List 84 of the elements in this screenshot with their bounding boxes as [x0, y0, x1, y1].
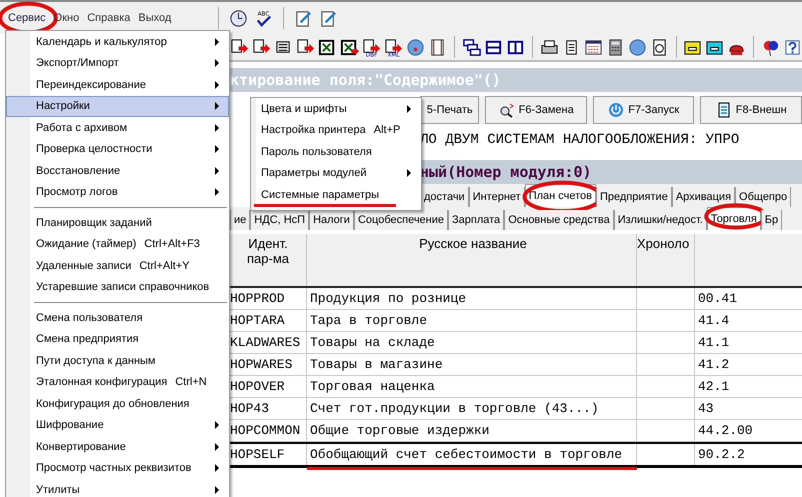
menu-item[interactable]: Ожидание (таймер) Ctrl+Alt+F3 [6, 234, 229, 255]
table-cell-text: 44.2.00 [697, 422, 754, 440]
table-cell-text: 00.41 [697, 290, 738, 308]
tab[interactable]: Архивация [672, 187, 736, 207]
menu-item[interactable]: Пароль пользователя [251, 141, 421, 162]
spreadsheet-icon[interactable] [318, 38, 337, 56]
tab[interactable]: Интернет [468, 187, 525, 207]
table-cell-text: 90.2.2 [697, 446, 746, 464]
table-row[interactable]: HOPTARA Тара в торговле 41.4 [230, 310, 802, 332]
table-cell: Счет гот.продукции в торговле (43...) [307, 398, 637, 419]
notepad-icon [716, 102, 732, 118]
function-button[interactable]: F7-Запуск [592, 96, 694, 124]
editor-title: ктирование поля:"Содержимое"() [230, 68, 802, 92]
tab[interactable]: Зарплата [448, 210, 504, 230]
table-row[interactable]: HOPSELF Обобщающий счет себестоимости в торговле 90.2.2 [230, 442, 802, 468]
tab[interactable]: Общепро [735, 187, 792, 207]
table-cell-text: 43 [697, 400, 715, 418]
menu-item[interactable]: Экспорт/Импорт [6, 52, 229, 74]
menu-bar-item[interactable]: Выход [138, 10, 172, 26]
menu-item[interactable]: Просмотр логов [6, 182, 229, 203]
tab[interactable]: Излишки/недост. [614, 210, 707, 230]
table-cell: Товары на складе [307, 332, 637, 353]
table-cell: Торговая наценка [307, 376, 637, 397]
table-row[interactable]: HOPOVER Торговая наценка 42.1 [230, 376, 802, 398]
menu-item[interactable]: Удаленные записи Ctrl+Alt+Y [6, 255, 229, 276]
table-row[interactable]: HOP43 Счет гот.продукции в торговле (43...) 43 [230, 398, 802, 420]
menu-item[interactable]: Просмотр частных реквизитов [6, 458, 229, 479]
table-row[interactable]: HOPPROD Продукция по рознице 00.41 [230, 288, 802, 310]
tab[interactable]: ие [230, 210, 250, 230]
magnifier-arrows-icon [498, 102, 515, 118]
menu-item[interactable]: Календарь и калькулятор [6, 31, 229, 52]
menu-item[interactable]: Пути доступа к данным [6, 350, 229, 372]
table-row[interactable]: KLADWARES Товары на складе 41.1 [230, 332, 802, 354]
table-cell-text: 42.1 [697, 378, 730, 396]
power-icon [608, 102, 624, 118]
function-button[interactable]: 5-Печать [420, 96, 480, 124]
menu-item[interactable]: Настройка принтера Alt+P [251, 120, 421, 141]
menu-item[interactable]: Смена предприятия [6, 328, 229, 350]
menu-item[interactable]: Параметры модулей [251, 162, 421, 184]
menu-item[interactable]: Смена пользователя [6, 307, 229, 328]
menu-item[interactable]: Планировщик заданий [6, 212, 229, 234]
column-header: Хроноло [637, 234, 695, 286]
column-header: Русское название [307, 234, 637, 286]
globe-icon[interactable] [628, 38, 646, 56]
menu-item[interactable]: Системные параметры [251, 184, 421, 206]
menu-item[interactable]: Шифрование [6, 414, 229, 436]
tab[interactable]: Предприятие [596, 187, 672, 207]
menu-item[interactable]: Проверка целостности [6, 138, 229, 160]
menu-item[interactable]: Настройки [6, 96, 229, 117]
table-cell: Товары в магазине [307, 354, 637, 375]
notepad-pencil-icon[interactable] [319, 8, 338, 28]
menu-bar-item[interactable]: Справка [87, 10, 130, 26]
tab[interactable]: НДС, НсП [250, 210, 310, 230]
help-icon[interactable] [783, 38, 802, 56]
menu-item[interactable]: Эталонная конфигурация Ctrl+N [6, 372, 229, 393]
table-row[interactable]: HOPWARES Товары в магазине 41.2 [230, 354, 802, 376]
table-cell: Обобщающий счет себестоимости в торговле [307, 444, 637, 465]
menu-item[interactable]: Утилиты [6, 479, 229, 497]
table-cell-text: 41.4 [697, 312, 730, 330]
menu-item[interactable]: Работа с архивом [6, 117, 229, 138]
tab[interactable]: Бр [760, 210, 782, 230]
menu-item[interactable]: Восстановление [6, 160, 229, 182]
calendar-icon[interactable] [584, 38, 602, 56]
menu-item[interactable]: Конвертирование [6, 436, 229, 458]
clock-icon[interactable] [229, 8, 248, 28]
menu-item[interactable]: Переиндексирование [6, 74, 229, 96]
table-row[interactable]: HOPCOMMON Общие торговые издержки 44.2.00 [230, 420, 802, 442]
menu-item[interactable]: Устаревшие записи справочников [6, 276, 229, 298]
module-title: ный(Номер модуля:0) [420, 160, 802, 184]
windows-icon[interactable] [462, 38, 481, 56]
printer-icon[interactable] [540, 38, 558, 56]
table-cell-text: 41.1 [697, 334, 730, 352]
tab[interactable]: Налоги [309, 210, 354, 230]
tab[interactable]: Основные средства [504, 210, 614, 230]
tab[interactable]: Соцобеспечение [354, 210, 448, 230]
notepad-pencil-icon[interactable] [294, 8, 313, 28]
table-cell: Продукция по рознице [307, 288, 637, 309]
function-button[interactable]: F8-Внешн [700, 96, 802, 124]
menu-item[interactable]: Цвета и шрифты [251, 98, 421, 120]
menu-item[interactable]: Конфигурация до обновления [6, 393, 229, 414]
table-cell: Тара в торговле [307, 310, 637, 331]
table-cell: Общие торговые издержки [307, 420, 637, 441]
function-button[interactable]: F6-Замена [485, 96, 587, 124]
table-cell-text: 41.2 [697, 356, 730, 374]
